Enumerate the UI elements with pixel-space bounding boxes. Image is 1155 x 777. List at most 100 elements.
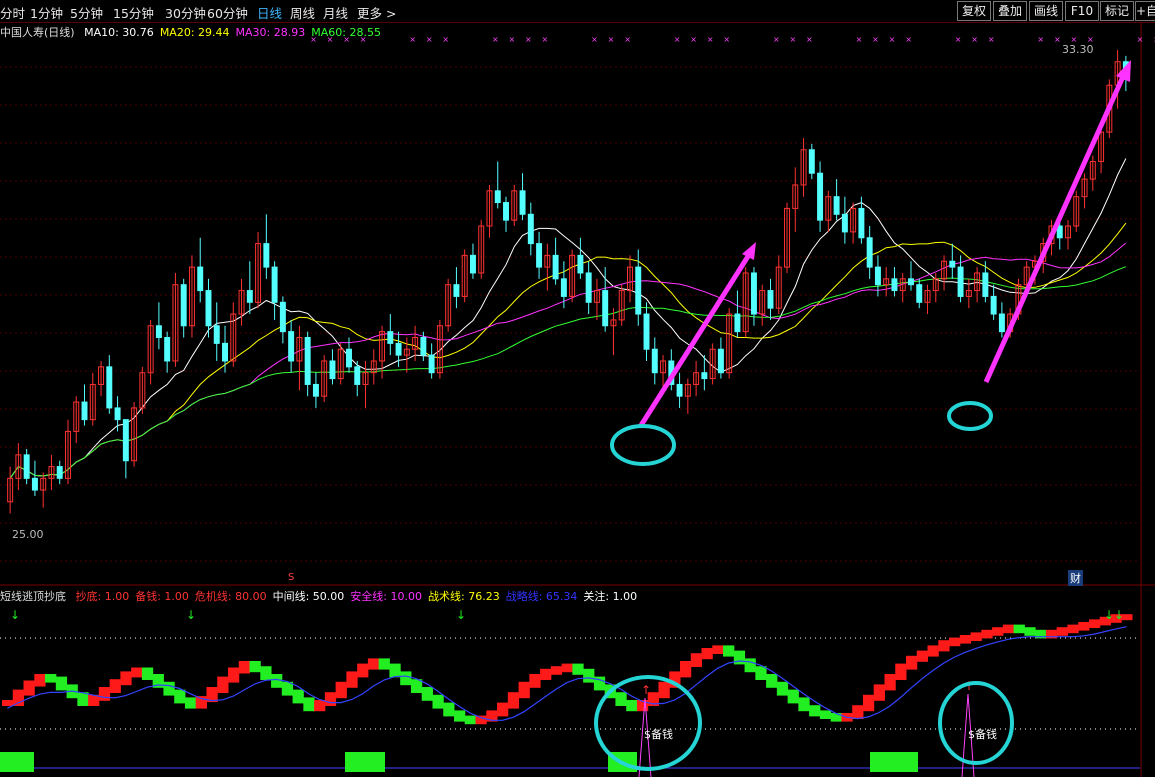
tab-5[interactable]: 60分钟 [207, 3, 248, 22]
oscillator-bar [464, 715, 477, 725]
tab-6[interactable]: 日线 [257, 3, 282, 22]
oscillator-bar [1002, 624, 1015, 634]
tab-4[interactable]: 30分钟 [165, 3, 206, 22]
oscillator-bar [357, 663, 369, 678]
oscillator-bar [98, 687, 111, 701]
x-marker: × [591, 35, 598, 44]
oscillator-bar [497, 702, 509, 717]
candle-body [197, 266, 204, 292]
oscillator-bar [981, 629, 993, 639]
oscillator-bar [723, 645, 735, 657]
oscillator-bar [228, 667, 240, 683]
oscillator-bar [992, 627, 1004, 636]
oscillator-bar [809, 705, 821, 717]
oscillator-bar [830, 713, 842, 722]
tab-0[interactable]: 分时 [0, 3, 25, 22]
oscillator-bar [561, 663, 573, 673]
x-marker: × [806, 35, 813, 44]
candle-body [891, 278, 898, 292]
tab-2[interactable]: 5分钟 [70, 3, 103, 22]
oscillator-bar [400, 671, 412, 686]
x-marker: × [426, 35, 433, 44]
indicator-legend-item-0: 抄底: 1.00 [75, 590, 130, 603]
oscillator-bar [1067, 624, 1079, 634]
oscillator-bar [626, 700, 638, 712]
candle-body [957, 266, 964, 297]
candle-body [767, 290, 774, 309]
oscillator-bar [421, 687, 433, 701]
candle-body [858, 207, 865, 239]
oscillator-bar [1024, 627, 1036, 636]
candle-body [23, 454, 30, 479]
oscillator-bar [238, 661, 251, 674]
oscillator-bar [163, 681, 175, 696]
up-arrow-icon: ↑ [641, 683, 651, 697]
toolbar-button-2[interactable]: 画线 [1029, 1, 1063, 21]
oscillator-bar [389, 663, 401, 678]
oscillator-bar [217, 676, 229, 693]
toolbar-button-4[interactable]: 标记 [1100, 1, 1134, 21]
toolbar-button-5[interactable]: +自 [1135, 1, 1155, 21]
candle-body [453, 284, 460, 297]
candle-body [246, 290, 253, 303]
down-arrow-icon: ↓ [456, 608, 466, 622]
x-marker: × [1054, 35, 1061, 44]
oscillator-bar [45, 674, 57, 683]
indicator-legend-item-4: 安全线: 10.00 [350, 590, 423, 603]
candle-body [31, 477, 38, 491]
tab-7[interactable]: 周线 [290, 3, 315, 22]
candle-body [635, 266, 642, 315]
stock-chart[interactable]: ××××××××××××××××××××××××××××××××××××××××… [0, 22, 1155, 777]
toolbar-button-0[interactable]: 复权 [957, 1, 991, 21]
candle-body [420, 337, 427, 356]
oscillator-bar [1078, 622, 1090, 631]
candle-body [701, 372, 708, 380]
oscillator-bar [819, 710, 832, 719]
candle-body [304, 337, 311, 385]
period-toolbar: 分时 1分钟 5分钟 15分钟 30分钟 60分钟 日线 周线 月线 更多 > 复权 叠加 画线 F10 标… [0, 0, 1155, 23]
candle-body [503, 202, 509, 221]
trend-arrow-1 [637, 248, 755, 429]
candle-body [833, 196, 840, 215]
oscillator-bar [701, 648, 713, 660]
highlight-circle-1 [610, 424, 676, 466]
tab-9[interactable]: 更多 > [357, 3, 396, 22]
oscillator-bar [443, 702, 455, 717]
candle-body [519, 190, 526, 215]
toolbar-button-3[interactable]: F10 [1065, 1, 1099, 21]
indicator-legend: 短线逃顶抄底 抄底: 1.00 备钱: 1.00 危机线: 80.00 中间线: 50… [0, 588, 643, 604]
candle-body [998, 313, 1005, 333]
oscillator-bar [744, 658, 756, 673]
oscillator-bar [680, 661, 692, 678]
oscillator-bar [766, 674, 778, 688]
candle-body [982, 272, 989, 297]
candle-body [808, 149, 815, 174]
x-marker: × [905, 35, 912, 44]
x-marker: × [707, 35, 714, 44]
tab-8[interactable]: 月线 [323, 3, 348, 22]
financial-marker[interactable]: 财 [1068, 570, 1083, 586]
oscillator-bar [475, 715, 487, 725]
oscillator-bar [690, 653, 703, 667]
candle-body [874, 266, 881, 286]
tab-3[interactable]: 15分钟 [113, 3, 154, 22]
candle-body [949, 260, 956, 268]
tab-1[interactable]: 1分钟 [30, 3, 63, 22]
toolbar-button-1[interactable]: 叠加 [993, 1, 1027, 21]
candle-body [155, 325, 162, 339]
oscillator-bar [787, 689, 799, 704]
candle-body [56, 466, 63, 479]
candle-body [106, 366, 113, 409]
oscillator-bar [303, 697, 315, 712]
x-marker: × [310, 35, 317, 44]
x-marker: × [409, 35, 416, 44]
candle-body [536, 243, 543, 268]
candle-body [81, 401, 88, 421]
x-marker: × [674, 35, 681, 44]
x-marker: × [789, 35, 796, 44]
oscillator-bar [141, 667, 154, 680]
oscillator-bar [583, 668, 595, 683]
oscillator-bar [895, 663, 907, 680]
oscillator-bar [367, 658, 380, 670]
x-marker: × [1037, 35, 1044, 44]
